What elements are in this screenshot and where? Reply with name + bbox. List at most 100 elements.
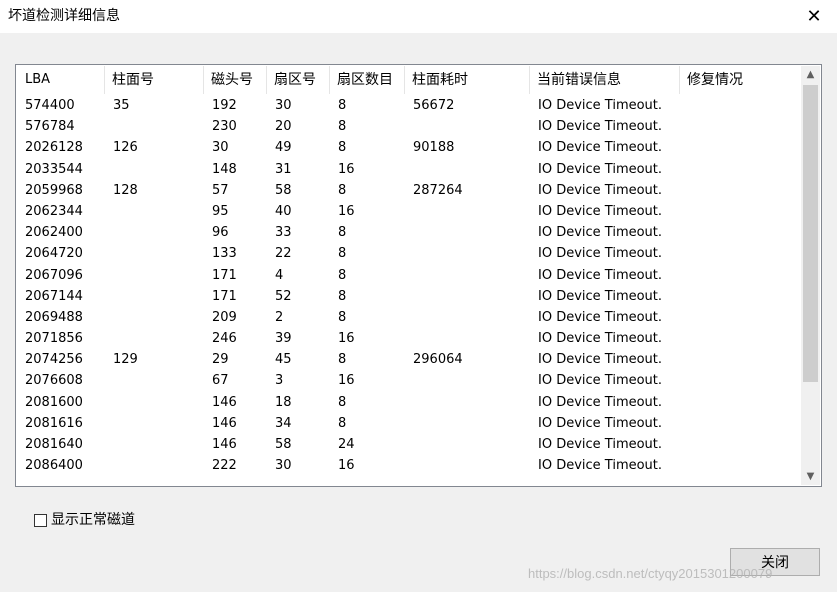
table-row[interactable]: 2069488 209 2 8 IO Device Timeout. — [17, 307, 801, 328]
cell-cylinder-time — [405, 159, 530, 180]
table-row[interactable]: 2071856 246 39 16 IO Device Timeout. — [17, 328, 801, 349]
scroll-up-icon[interactable]: ▲ — [801, 66, 820, 83]
scroll-down-icon[interactable]: ▼ — [801, 468, 820, 485]
table-row[interactable]: 2081600 146 18 8 IO Device Timeout. — [17, 392, 801, 413]
cell-error-info: IO Device Timeout. — [538, 415, 663, 431]
cell-cylinder — [105, 201, 204, 222]
cell-repair-status — [680, 201, 792, 222]
list-rows: 574400 35 192 30 8 56672 IO Device Timeout. 576… — [17, 95, 801, 476]
table-row[interactable]: 2067144 171 52 8 IO Device Timeout. — [17, 286, 801, 307]
cell-sector-count: 16 — [338, 331, 355, 347]
column-header-sector-count[interactable]: 扇区数目 — [330, 66, 405, 94]
cell-lba: 2033544 — [25, 161, 83, 177]
cell-cylinder — [105, 370, 204, 391]
cell-head: 30 — [212, 140, 229, 156]
cell-repair-status — [680, 243, 792, 264]
table-row[interactable]: 2074256 129 29 45 8 296064 IO Device Timeout. — [17, 349, 801, 370]
cell-cylinder-time — [405, 370, 530, 391]
cell-sector-count: 8 — [338, 352, 347, 368]
table-row[interactable]: 574400 35 192 30 8 56672 IO Device Timeout. — [17, 95, 801, 116]
cell-cylinder-time — [405, 328, 530, 349]
table-row[interactable]: 2062344 95 40 16 IO Device Timeout. — [17, 201, 801, 222]
scroll-thumb[interactable] — [803, 85, 818, 382]
cell-sector-count: 8 — [338, 182, 347, 198]
cell-repair-status — [680, 286, 792, 307]
table-row[interactable]: 2064720 133 22 8 IO Device Timeout. — [17, 243, 801, 264]
table-row[interactable]: 2081640 146 58 24 IO Device Timeout. — [17, 434, 801, 455]
cell-error-info: IO Device Timeout. — [538, 203, 663, 219]
cell-sector: 30 — [275, 98, 292, 113]
cell-error-info: IO Device Timeout. — [538, 288, 663, 304]
column-header-repair-status[interactable]: 修复情况 — [680, 66, 792, 94]
cell-sector: 2 — [275, 309, 284, 325]
cell-cylinder — [105, 413, 204, 434]
cell-error-info: IO Device Timeout. — [538, 394, 663, 410]
cell-head: 192 — [212, 98, 237, 113]
column-header-cylinder-time[interactable]: 柱面耗时 — [405, 66, 530, 94]
cell-head: 29 — [212, 352, 229, 368]
cell-sector: 49 — [275, 140, 292, 156]
cell-head: 222 — [212, 458, 237, 474]
cell-cylinder-time: 56672 — [413, 98, 455, 113]
cell-repair-status — [680, 265, 792, 286]
close-icon[interactable]: ✕ — [791, 0, 837, 33]
cell-error-info: IO Device Timeout. — [538, 373, 663, 389]
column-header-lba[interactable]: LBA — [17, 66, 105, 94]
show-normal-tracks-checkbox[interactable]: 显示正常磁道 — [34, 510, 135, 530]
checkbox-label: 显示正常磁道 — [51, 512, 135, 528]
cell-cylinder-time: 296064 — [413, 352, 463, 368]
table-row[interactable]: 2067096 171 4 8 IO Device Timeout. — [17, 265, 801, 286]
column-header-sector[interactable]: 扇区号 — [267, 66, 330, 94]
cell-cylinder: 35 — [113, 98, 130, 113]
cell-sector: 30 — [275, 458, 292, 474]
cell-sector-count: 8 — [338, 246, 347, 262]
cell-repair-status — [680, 95, 792, 116]
cell-sector-count: 8 — [338, 288, 347, 304]
table-row[interactable]: 2076608 67 3 16 IO Device Timeout. — [17, 370, 801, 391]
cell-cylinder-time — [405, 392, 530, 413]
table-row[interactable]: 2026128 126 30 49 8 90188 IO Device Timeout. — [17, 137, 801, 158]
column-header-error-info[interactable]: 当前错误信息 — [530, 66, 680, 94]
cell-cylinder: 129 — [113, 352, 138, 368]
column-header-cylinder[interactable]: 柱面号 — [105, 66, 204, 94]
cell-cylinder — [105, 265, 204, 286]
cell-sector: 18 — [275, 394, 292, 410]
column-header-head[interactable]: 磁头号 — [204, 66, 267, 94]
table-row[interactable]: 2062400 96 33 8 IO Device Timeout. — [17, 222, 801, 243]
cell-error-info: IO Device Timeout. — [538, 225, 663, 241]
table-row[interactable]: 576784 230 20 8 IO Device Timeout. — [17, 116, 801, 137]
cell-cylinder-time — [405, 201, 530, 222]
cell-error-info: IO Device Timeout. — [538, 309, 663, 325]
table-row[interactable]: 2081616 146 34 8 IO Device Timeout. — [17, 413, 801, 434]
cell-sector-count: 8 — [338, 394, 347, 410]
cell-sector: 39 — [275, 331, 292, 347]
list-header: LBA 柱面号 磁头号 扇区号 扇区数目 柱面耗时 当前错误信息 修复情况 — [17, 66, 801, 94]
cell-head: 146 — [212, 415, 237, 431]
cell-cylinder — [105, 392, 204, 413]
cell-repair-status — [680, 328, 792, 349]
cell-repair-status — [680, 413, 792, 434]
cell-error-info: IO Device Timeout. — [538, 331, 663, 347]
cell-repair-status — [680, 349, 792, 370]
cell-cylinder — [105, 455, 204, 476]
cell-head: 67 — [212, 373, 229, 389]
cell-sector: 20 — [275, 119, 292, 135]
cell-error-info: IO Device Timeout. — [538, 458, 663, 474]
cell-lba: 2067096 — [25, 267, 83, 283]
bad-sector-list[interactable]: LBA 柱面号 磁头号 扇区号 扇区数目 柱面耗时 当前错误信息 修复情况 57… — [15, 64, 822, 487]
table-row[interactable]: 2033544 148 31 16 IO Device Timeout. — [17, 159, 801, 180]
cell-error-info: IO Device Timeout. — [538, 246, 663, 262]
cell-sector: 34 — [275, 415, 292, 431]
cell-cylinder: 128 — [113, 182, 138, 198]
vertical-scrollbar[interactable]: ▲ ▼ — [801, 66, 820, 485]
checkbox-box[interactable] — [34, 513, 47, 527]
cell-head: 148 — [212, 161, 237, 177]
cell-lba: 2081640 — [25, 437, 83, 452]
table-row[interactable]: 2059968 128 57 58 8 287264 IO Device Timeout. — [17, 180, 801, 201]
cell-repair-status — [680, 180, 792, 201]
cell-repair-status — [680, 159, 792, 180]
table-row[interactable]: 2086400 222 30 16 IO Device Timeout. — [17, 455, 801, 476]
cell-lba: 2069488 — [25, 309, 83, 325]
cell-head: 57 — [212, 182, 229, 198]
cell-lba: 2062400 — [25, 225, 83, 241]
